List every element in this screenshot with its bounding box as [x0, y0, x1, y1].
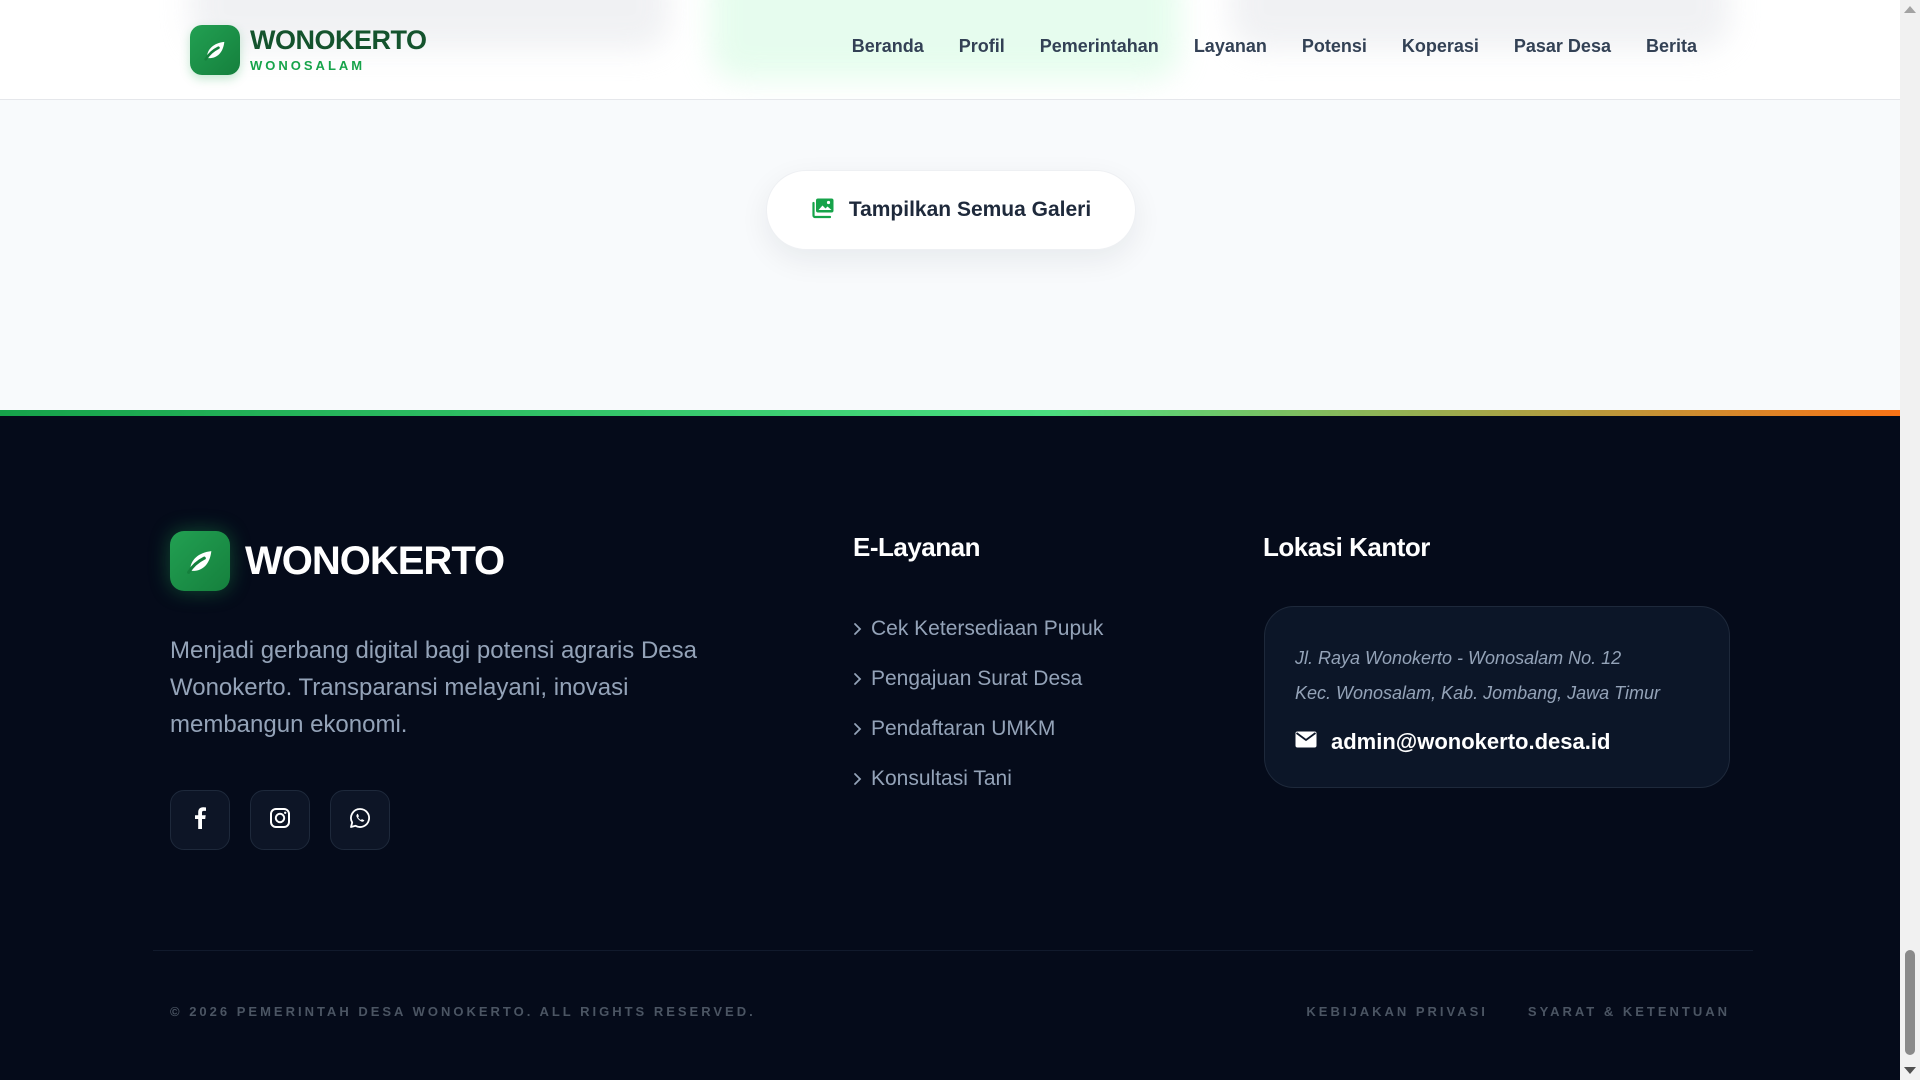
- nav-item-pemerintahan[interactable]: Pemerintahan: [1040, 36, 1159, 57]
- service-link-konsultasi-tani[interactable]: Konsultasi Tani: [853, 754, 1103, 804]
- terms-link[interactable]: SYARAT & KETENTUAN: [1528, 1004, 1730, 1019]
- location-title: Lokasi Kantor: [1263, 532, 1430, 562]
- nav-item-pasar-desa[interactable]: Pasar Desa: [1514, 36, 1611, 57]
- scrollbar-thumb[interactable]: [1905, 950, 1915, 1055]
- social-links: [170, 790, 390, 850]
- header-brand-link[interactable]: WONOKERTO WONOSALAM: [190, 25, 427, 75]
- footer-description: Menjadi gerbang digital bagi potensi agr…: [170, 637, 697, 738]
- nav-item-koperasi[interactable]: Koperasi: [1402, 36, 1479, 57]
- chevron-right-icon: [853, 622, 871, 636]
- service-label: Pendaftaran UMKM: [871, 717, 1056, 740]
- instagram-icon: [269, 807, 291, 834]
- address-line-1: Jl. Raya Wonokerto - Wonosalam No. 12: [1295, 648, 1622, 668]
- site-header: WONOKERTO WONOSALAM Beranda Profil Pemer…: [0, 0, 1900, 100]
- services-list: Cek Ketersediaan Pupuk Pengajuan Surat D…: [853, 604, 1103, 804]
- instagram-button[interactable]: [250, 790, 310, 850]
- nav-item-profil[interactable]: Profil: [959, 36, 1005, 57]
- leaf-logo-icon: [190, 25, 240, 75]
- footer-brand: WONOKERTO: [170, 531, 505, 591]
- footer-divider: [153, 950, 1753, 951]
- show-all-gallery-label: Tampilkan Semua Galeri: [848, 198, 1092, 221]
- page-scrollbar[interactable]: [1900, 0, 1920, 1080]
- privacy-policy-link[interactable]: KEBIJAKAN PRIVASI: [1306, 1004, 1488, 1019]
- facebook-button[interactable]: [170, 790, 230, 850]
- service-link-umkm[interactable]: Pendaftaran UMKM: [853, 704, 1103, 754]
- email-address: admin@wonokerto.desa.id: [1331, 729, 1611, 754]
- service-link-surat-desa[interactable]: Pengajuan Surat Desa: [853, 654, 1103, 704]
- scroll-up-arrow-icon[interactable]: [1904, 6, 1916, 13]
- nav-item-potensi[interactable]: Potensi: [1302, 36, 1367, 57]
- office-location-card: Jl. Raya Wonokerto - Wonosalam No. 12 Ke…: [1264, 606, 1730, 788]
- nav-item-layanan[interactable]: Layanan: [1194, 36, 1267, 57]
- email-link[interactable]: admin@wonokerto.desa.id: [1295, 729, 1699, 755]
- chevron-right-icon: [853, 722, 871, 736]
- whatsapp-button[interactable]: [330, 790, 390, 850]
- scroll-down-arrow-icon[interactable]: [1904, 1067, 1916, 1074]
- nav-item-berita[interactable]: Berita: [1646, 36, 1697, 57]
- service-link-cek-pupuk[interactable]: Cek Ketersediaan Pupuk: [853, 604, 1103, 654]
- service-label: Konsultasi Tani: [871, 767, 1012, 790]
- brand-text: WONOKERTO WONOSALAM: [250, 25, 427, 75]
- chevron-right-icon: [853, 672, 871, 686]
- footer-brand-name: WONOKERTO: [245, 538, 505, 583]
- brand-subtitle: WONOSALAM: [250, 58, 366, 73]
- leaf-logo-icon: [170, 531, 230, 591]
- show-all-gallery-button[interactable]: Tampilkan Semua Galeri: [766, 170, 1136, 250]
- main-nav: Beranda Profil Pemerintahan Layanan Pote…: [852, 36, 1697, 57]
- copyright-text: © 2026 PEMERINTAH DESA WONOKERTO. ALL RI…: [170, 1004, 756, 1019]
- images-icon: [811, 197, 835, 224]
- service-label: Pengajuan Surat Desa: [871, 667, 1083, 690]
- chevron-right-icon: [853, 772, 871, 786]
- nav-item-beranda[interactable]: Beranda: [852, 36, 924, 57]
- site-footer: WONOKERTO Menjadi gerbang digital bagi p…: [0, 416, 1900, 1080]
- whatsapp-icon: [349, 807, 371, 834]
- brand-name: WONOKERTO: [250, 25, 427, 55]
- address-line-2: Kec. Wonosalam, Kab. Jombang, Jawa Timur: [1295, 683, 1660, 703]
- services-title: E-Layanan: [853, 532, 981, 562]
- facebook-icon: [194, 806, 206, 834]
- legal-links: KEBIJAKAN PRIVASI SYARAT & KETENTUAN: [1306, 1004, 1730, 1019]
- service-label: Cek Ketersediaan Pupuk: [871, 617, 1104, 640]
- mail-icon: [1295, 731, 1317, 753]
